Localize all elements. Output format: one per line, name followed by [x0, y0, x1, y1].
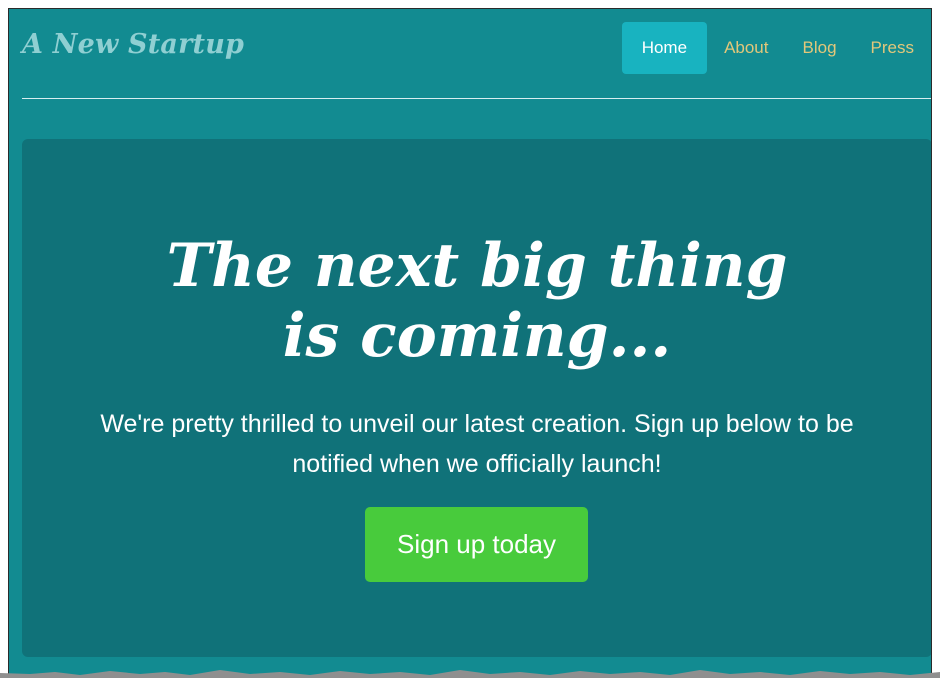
hero-description: We're pretty thrilled to unveil our late… [100, 410, 854, 478]
header-divider [22, 98, 931, 99]
nav-item-blog[interactable]: Blog [786, 22, 854, 74]
landing-page: A New Startup Home About Blog Press The … [8, 8, 932, 678]
screenshot-frame: A New Startup Home About Blog Press The … [0, 0, 940, 678]
torn-edge-decoration [0, 670, 940, 678]
sign-up-button[interactable]: Sign up today [365, 507, 588, 582]
brand-logo[interactable]: A New Startup [22, 29, 244, 60]
main-nav: Home About Blog Press [621, 22, 931, 74]
nav-item-about[interactable]: About [707, 22, 785, 74]
hero-title: The next big thing is coming... [166, 231, 788, 371]
hero-panel: The next big thing is coming... We're pr… [22, 139, 931, 657]
nav-item-home[interactable]: Home [621, 22, 708, 74]
nav-item-press[interactable]: Press [854, 22, 931, 74]
